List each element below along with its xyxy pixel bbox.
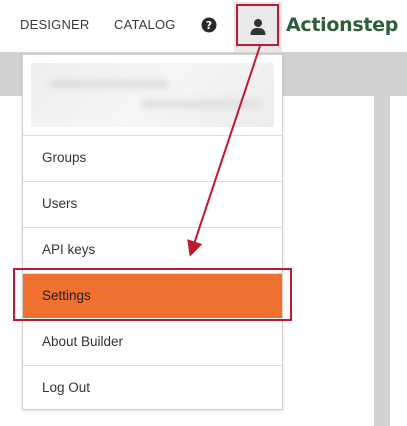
- annotation-arrow: [187, 45, 261, 257]
